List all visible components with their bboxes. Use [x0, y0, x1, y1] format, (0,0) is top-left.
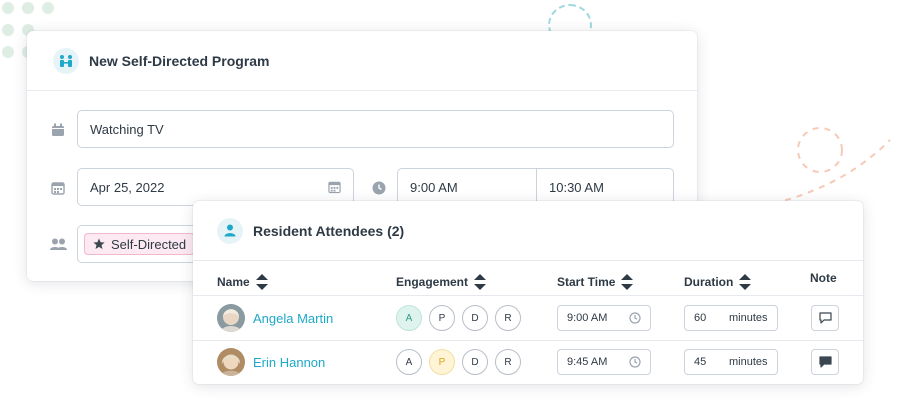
clock-icon — [629, 312, 641, 324]
start-time-field[interactable]: 9:45 AM — [557, 349, 651, 375]
program-icon — [53, 47, 79, 74]
clock-icon — [372, 181, 386, 195]
engagement-a-button[interactable]: A — [396, 349, 422, 375]
column-engagement[interactable]: Engagement — [396, 274, 487, 290]
column-duration[interactable]: Duration — [684, 274, 752, 290]
duration-unit: minutes — [729, 312, 768, 324]
column-duration-label: Duration — [684, 275, 734, 289]
start-time-value: 9:45 AM — [567, 356, 608, 368]
avatar — [217, 304, 245, 332]
column-name-label: Name — [217, 275, 250, 289]
start-time-field[interactable]: 9:00 AM — [557, 305, 651, 331]
comment-outline-icon — [818, 312, 832, 324]
sort-icon[interactable] — [739, 274, 752, 290]
column-start-time[interactable]: Start Time — [557, 274, 634, 290]
resident-attendees-card: Resident Attendees (2) Name Engagement S… — [193, 201, 863, 384]
header-divider — [193, 295, 863, 296]
resident-name-link[interactable]: Angela Martin — [253, 311, 333, 326]
attendees-header: Resident Attendees (2) — [193, 201, 863, 261]
tag-label: Self-Directed — [111, 236, 187, 252]
calendar-icon — [52, 123, 64, 136]
attendees-title: Resident Attendees (2) — [253, 222, 405, 239]
engagement-r-button[interactable]: R — [495, 349, 521, 375]
duration-value: 45 — [694, 356, 707, 368]
self-directed-tag[interactable]: Self-Directed — [84, 233, 196, 255]
column-engagement-label: Engagement — [396, 275, 469, 289]
date-picker-icon[interactable] — [328, 180, 341, 194]
engagement-p-button[interactable]: P — [429, 305, 455, 331]
engagement-a-button[interactable]: A — [396, 305, 422, 331]
engagement-r-button[interactable]: R — [495, 305, 521, 331]
program-title: New Self-Directed Program — [89, 52, 270, 69]
duration-value: 60 — [694, 312, 707, 324]
comment-filled-icon — [818, 356, 832, 368]
sort-icon[interactable] — [255, 274, 268, 290]
start-time-value: 9:00 AM — [567, 312, 608, 324]
program-header: New Self-Directed Program — [27, 31, 697, 91]
engagement-p-button[interactable]: P — [429, 349, 455, 375]
calendar-grid-icon — [51, 182, 65, 195]
clock-icon — [629, 356, 641, 368]
person-icon — [224, 224, 236, 237]
star-icon — [93, 238, 105, 249]
duration-field[interactable]: 45 minutes — [684, 349, 778, 375]
people-icon — [60, 54, 72, 67]
sort-icon[interactable] — [621, 274, 634, 290]
column-start-time-label: Start Time — [557, 275, 616, 289]
add-note-button[interactable] — [811, 305, 839, 331]
engagement-d-button[interactable]: D — [462, 349, 488, 375]
resident-name-link[interactable]: Erin Hannon — [253, 355, 325, 370]
duration-field[interactable]: 60 minutes — [684, 305, 778, 331]
row-divider — [193, 340, 863, 341]
duration-unit: minutes — [729, 356, 768, 368]
engagement-d-button[interactable]: D — [462, 305, 488, 331]
resident-icon-circle — [217, 217, 243, 244]
column-note: Note — [810, 271, 837, 285]
sort-icon[interactable] — [474, 274, 487, 290]
date-value: Apr 25, 2022 — [90, 179, 165, 195]
group-icon — [50, 238, 67, 250]
column-note-label: Note — [810, 271, 837, 285]
avatar — [217, 348, 245, 376]
activity-input[interactable]: Watching TV — [77, 110, 674, 148]
view-note-button[interactable] — [811, 349, 839, 375]
column-name[interactable]: Name — [217, 274, 268, 290]
